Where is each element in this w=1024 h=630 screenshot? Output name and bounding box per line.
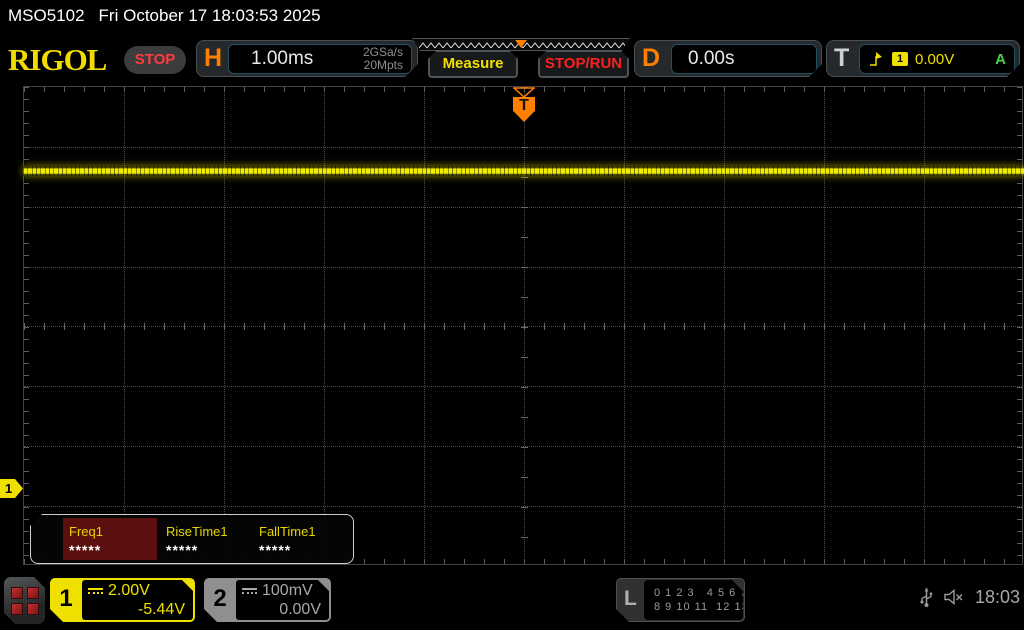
axis-ticks-center-horizontal bbox=[24, 323, 1022, 330]
logic-channels-block[interactable]: L 0 1 2 3 4 5 6 7 8 9 10 11 12 13 14 15 bbox=[616, 578, 745, 622]
preview-trigger-position-icon bbox=[515, 40, 527, 48]
measurement-falltime1[interactable]: FallTime1 ***** bbox=[253, 518, 347, 560]
measurement-value: ***** bbox=[259, 542, 292, 558]
acquisition-status-badge: STOP bbox=[124, 46, 186, 74]
measurement-freq1[interactable]: Freq1 ***** bbox=[63, 518, 157, 560]
measurement-value: ***** bbox=[69, 542, 102, 558]
sample-rate: 2GSa/s bbox=[362, 45, 403, 59]
rising-edge-trigger-icon bbox=[868, 51, 885, 67]
main-menu-button[interactable] bbox=[4, 577, 45, 624]
horizontal-values: 1.00ms 2GSa/s 20Mpts bbox=[228, 44, 412, 74]
memory-depth: 20Mpts bbox=[363, 58, 403, 72]
usb-icon bbox=[920, 588, 933, 607]
timebase-value: 1.00ms bbox=[251, 48, 314, 69]
channel1-number: 1 bbox=[59, 585, 73, 612]
trigger-label: T bbox=[834, 44, 850, 72]
logic-label: L bbox=[624, 587, 637, 610]
trigger-values: 1 0.00V A bbox=[859, 44, 1015, 74]
horizontal-label: H bbox=[204, 44, 223, 72]
channel2-values: 100mV 0.00V bbox=[236, 580, 329, 620]
delay-values: 0.00s bbox=[671, 44, 817, 74]
trigger-marker[interactable]: T bbox=[513, 97, 535, 122]
channel1-offset: -5.44V bbox=[137, 601, 185, 618]
title-bar: MSO5102 Fri October 17 18:03:53 2025 bbox=[8, 6, 321, 26]
trigger-box[interactable]: T 1 0.00V A bbox=[826, 40, 1020, 77]
sample-rate-memdepth: 2GSa/s 20Mpts bbox=[363, 46, 411, 72]
logic-row-2: 8 9 10 11 12 13 14 15 bbox=[654, 601, 786, 613]
trigger-sweep-mode: A bbox=[995, 50, 1006, 68]
measurement-label: Freq1 bbox=[69, 524, 103, 539]
trigger-level-value: 0.00V bbox=[915, 50, 955, 68]
measurement-value: ***** bbox=[166, 542, 199, 558]
logic-row-1: 0 1 2 3 4 5 6 7 bbox=[654, 587, 748, 599]
graticule: T bbox=[23, 86, 1024, 565]
dc-coupling-icon bbox=[242, 588, 257, 594]
speaker-muted-icon bbox=[944, 589, 963, 605]
rigol-logo: RIGOL bbox=[8, 42, 107, 77]
delay-label: D bbox=[642, 44, 661, 72]
measurement-label: FallTime1 bbox=[259, 524, 316, 539]
trigger-source-badge: 1 bbox=[892, 52, 908, 66]
model-name: MSO5102 bbox=[8, 6, 85, 25]
channel2-offset: 0.00V bbox=[279, 601, 321, 618]
trigger-position-triangle-icon bbox=[513, 87, 535, 98]
channel1-trace bbox=[23, 166, 1024, 176]
menu-grid-icon bbox=[11, 587, 39, 615]
horizontal-timebase-box[interactable]: H 1.00ms 2GSa/s 20Mpts bbox=[196, 40, 418, 77]
channel1-offset-marker[interactable]: 1 bbox=[0, 479, 23, 498]
channel1-block[interactable]: 1 2.00V -5.44V bbox=[50, 578, 195, 622]
channel2-block[interactable]: 2 100mV 0.00V bbox=[204, 578, 331, 622]
channel1-scale: 2.00V bbox=[108, 582, 150, 599]
measure-button[interactable]: Measure bbox=[428, 50, 518, 78]
waveform-preview-strip[interactable] bbox=[412, 38, 630, 51]
measurement-risetime1[interactable]: RiseTime1 ***** bbox=[160, 518, 254, 560]
delay-value: 0.00s bbox=[688, 48, 735, 69]
channel2-scale: 100mV bbox=[262, 582, 313, 599]
channel1-values: 2.00V -5.44V bbox=[82, 580, 193, 620]
measurement-label: RiseTime1 bbox=[166, 524, 228, 539]
datetime-text: Fri October 17 18:03:53 2025 bbox=[98, 6, 321, 25]
channel2-number: 2 bbox=[213, 585, 227, 612]
clock-text: 18:03 bbox=[974, 586, 1020, 607]
oscilloscope-screen: MSO5102 Fri October 17 18:03:53 2025 RIGO… bbox=[0, 0, 1024, 630]
stop-run-button[interactable]: STOP/RUN bbox=[538, 50, 629, 78]
measurement-panel: Freq1 ***** RiseTime1 ***** FallTime1 **… bbox=[30, 514, 354, 564]
delay-box[interactable]: D 0.00s bbox=[634, 40, 822, 77]
dc-coupling-icon bbox=[88, 588, 103, 594]
logic-channel-list: 0 1 2 3 4 5 6 7 8 9 10 11 12 13 14 15 bbox=[644, 580, 743, 620]
